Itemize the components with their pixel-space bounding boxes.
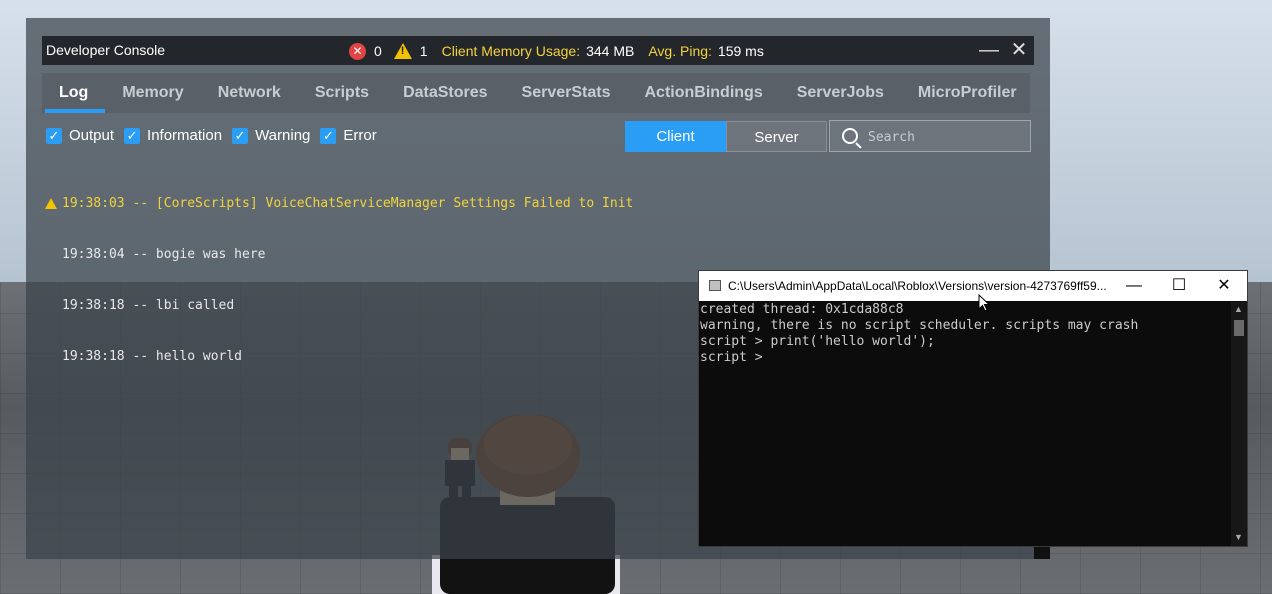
error-icon: ✕	[349, 42, 366, 60]
tab-scripts[interactable]: Scripts	[298, 73, 386, 113]
search-icon	[842, 128, 858, 144]
log-filters: ✓ Output ✓ Information ✓ Warning ✓ Error	[46, 127, 387, 144]
cmd-scrollbar[interactable]: ▲ ▼	[1231, 302, 1247, 546]
console-tabs: Log Memory Network Scripts DataStores Se…	[42, 73, 1030, 113]
cmd-prompt-line: script >	[700, 350, 771, 365]
log-line: 19:38:18 -- lbi called	[62, 298, 235, 313]
search-box[interactable]	[829, 120, 1031, 152]
tab-actionbindings[interactable]: ActionBindings	[628, 73, 780, 113]
ping-value: 159 ms	[717, 43, 764, 59]
cmd-title: C:\Users\Admin\AppData\Local\Roblox\Vers…	[728, 279, 1107, 293]
console-titlebar[interactable]: Developer Console ✕ 0 1 Client Memory Us…	[42, 36, 1034, 65]
cmd-titlebar[interactable]: C:\Users\Admin\AppData\Local\Roblox\Vers…	[699, 271, 1247, 301]
warning-icon	[45, 198, 57, 209]
client-toggle[interactable]: Client	[625, 121, 726, 152]
log-line: 19:38:03 -- [CoreScripts] VoiceChatServi…	[44, 195, 633, 212]
minimize-icon[interactable]: —	[1111, 271, 1157, 301]
close-icon[interactable]: ✕	[1201, 271, 1247, 301]
cmd-output[interactable]: created thread: 0x1cda88c8 warning, there…	[699, 302, 1232, 546]
filter-warning[interactable]: ✓ Warning	[232, 127, 310, 144]
scroll-up-icon[interactable]: ▲	[1234, 304, 1243, 314]
checkbox-checked-icon[interactable]: ✓	[46, 127, 62, 144]
log-line: 19:38:18 -- hello world	[62, 349, 243, 364]
filter-error[interactable]: ✓ Error	[320, 127, 377, 144]
tab-serverstats[interactable]: ServerStats	[505, 73, 628, 113]
cmd-line: script > print('hello world');	[700, 334, 935, 349]
ping-label: Avg. Ping:	[648, 43, 712, 59]
error-count: 0	[374, 43, 382, 59]
filter-information[interactable]: ✓ Information	[124, 127, 222, 144]
terminal-icon	[709, 280, 721, 291]
log-output: 19:38:03 -- [CoreScripts] VoiceChatServi…	[44, 161, 633, 382]
tab-memory[interactable]: Memory	[105, 73, 200, 113]
tab-microprofiler[interactable]: MicroProfiler	[901, 73, 1034, 113]
tab-log[interactable]: Log	[42, 73, 106, 113]
cmd-line: created thread: 0x1cda88c8	[700, 302, 904, 317]
server-toggle[interactable]: Server	[726, 121, 827, 152]
log-line: 19:38:04 -- bogie was here	[62, 247, 266, 262]
checkbox-checked-icon[interactable]: ✓	[124, 127, 141, 144]
console-stats: ✕ 0 1 Client Memory Usage: 344 MB Avg. P…	[349, 41, 764, 61]
warning-icon	[393, 43, 412, 59]
scroll-thumb[interactable]	[1234, 320, 1244, 336]
cmd-window[interactable]: C:\Users\Admin\AppData\Local\Roblox\Vers…	[698, 270, 1248, 547]
search-input[interactable]	[866, 126, 1030, 148]
tab-serverjobs[interactable]: ServerJobs	[780, 73, 901, 113]
scroll-down-icon[interactable]: ▼	[1234, 532, 1243, 542]
memory-label: Client Memory Usage:	[441, 43, 581, 59]
memory-value: 344 MB	[586, 43, 635, 59]
warning-count: 1	[419, 43, 428, 59]
filter-output[interactable]: ✓ Output	[46, 127, 114, 144]
console-title: Developer Console	[46, 42, 166, 58]
checkbox-checked-icon[interactable]: ✓	[320, 127, 337, 144]
tab-datastores[interactable]: DataStores	[386, 73, 504, 113]
close-icon[interactable]: ✕	[1007, 38, 1031, 62]
maximize-icon[interactable]: ☐	[1156, 271, 1202, 301]
cmd-line: warning, there is no script scheduler. s…	[700, 318, 1139, 333]
mouse-pointer-icon	[978, 294, 991, 312]
tab-network[interactable]: Network	[201, 73, 298, 113]
minimize-icon[interactable]: —	[977, 38, 1001, 62]
checkbox-checked-icon[interactable]: ✓	[232, 127, 249, 144]
